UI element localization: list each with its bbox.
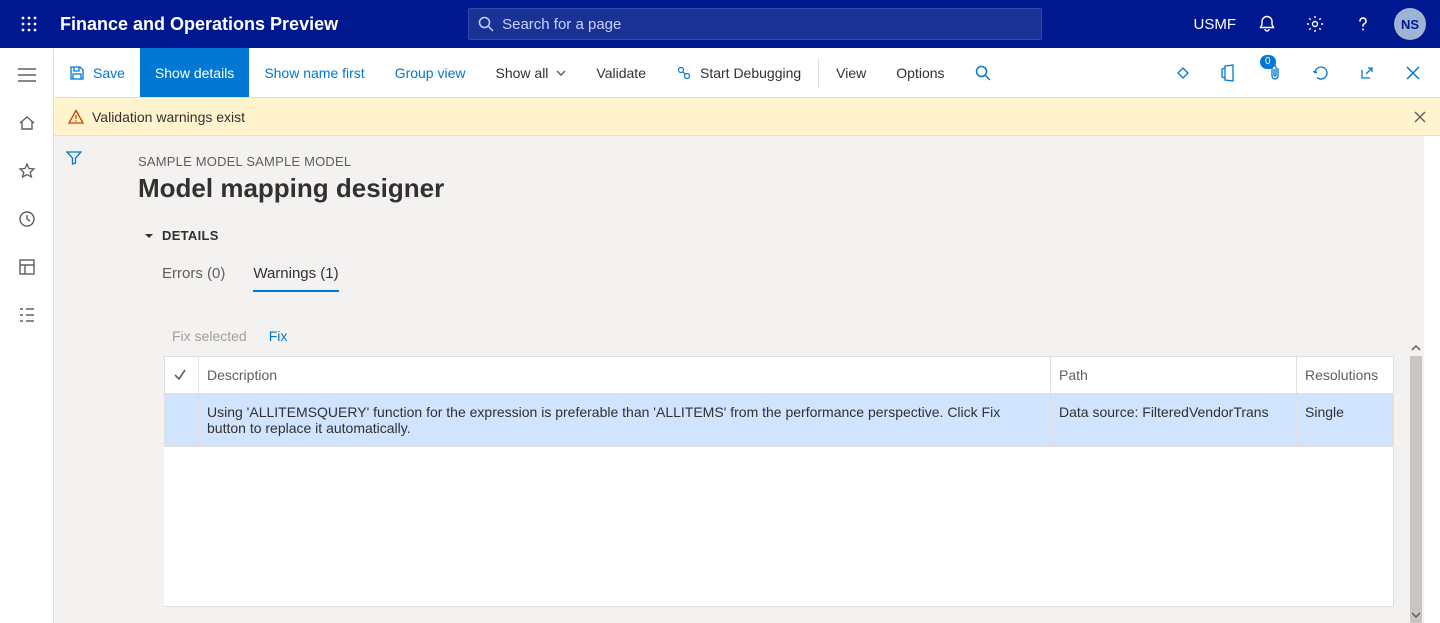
section-details-label: DETAILS [162,228,219,243]
validate-label: Validate [596,65,646,81]
start-debugging-button[interactable]: Start Debugging [661,48,816,97]
scroll-up-icon[interactable] [1408,340,1424,356]
validate-button[interactable]: Validate [581,48,661,97]
cell-resolutions: Single [1297,394,1393,447]
settings-icon[interactable] [1298,7,1332,41]
filter-icon[interactable] [66,150,82,166]
nav-favorites-icon[interactable] [4,152,50,190]
banner-close-icon[interactable] [1414,111,1426,123]
tabs: Errors (0) Warnings (1) [162,265,1394,292]
group-view-button[interactable]: Group view [380,48,481,97]
action-bar: Save Show details Show name first Group … [54,48,1440,98]
save-icon [69,65,85,81]
options-button[interactable]: Options [881,48,959,97]
fix-row: Fix selected Fix [172,328,1394,344]
group-view-label: Group view [395,65,466,81]
search-input[interactable] [502,16,1032,33]
search-icon [975,65,991,81]
page-title: Model mapping designer [138,173,1394,204]
show-all-label: Show all [496,65,549,81]
show-details-button[interactable]: Show details [140,48,249,97]
refresh-icon[interactable] [1300,49,1342,97]
show-details-label: Show details [155,65,234,81]
top-nav-bar: Finance and Operations Preview USMF NS [0,0,1440,48]
fix-selected-button: Fix selected [172,328,247,344]
nav-rail [0,48,54,623]
scroll-down-icon[interactable] [1408,607,1424,623]
content-area: SAMPLE MODEL SAMPLE MODEL Model mapping … [54,136,1424,623]
scroll-thumb[interactable] [1410,356,1422,623]
user-avatar[interactable]: NS [1394,8,1426,40]
tab-warnings[interactable]: Warnings (1) [253,265,338,292]
office-addin-icon[interactable] [1208,49,1250,97]
show-name-first-label: Show name first [264,65,364,81]
chevron-down-icon [556,70,566,76]
separator [818,58,819,87]
banner-message: Validation warnings exist [92,109,245,125]
save-label: Save [93,65,125,81]
tab-errors[interactable]: Errors (0) [162,265,225,292]
search-icon [478,16,494,32]
row-selector[interactable] [165,394,199,447]
warning-banner: Validation warnings exist [54,98,1440,136]
select-all-checkbox[interactable] [165,357,199,394]
nav-workspaces-icon[interactable] [4,248,50,286]
nav-modules-icon[interactable] [4,296,50,334]
nav-recent-icon[interactable] [4,200,50,238]
show-all-button[interactable]: Show all [481,48,582,97]
vertical-scrollbar[interactable] [1408,340,1424,623]
popout-icon[interactable] [1346,49,1388,97]
view-button[interactable]: View [821,48,881,97]
app-launcher-icon[interactable] [10,16,48,32]
debug-icon [676,65,692,81]
attach-count-badge: 0 [1260,55,1276,69]
company-label[interactable]: USMF [1194,16,1237,33]
app-title: Finance and Operations Preview [60,14,338,35]
start-debugging-label: Start Debugging [700,65,801,81]
collapse-icon [144,231,154,241]
col-description[interactable]: Description [199,357,1051,394]
close-button[interactable] [1392,49,1434,97]
help-icon[interactable] [1346,7,1380,41]
grid-row[interactable]: Using 'ALLITEMSQUERY' function for the e… [165,394,1393,447]
cell-path: Data source: FilteredVendorTrans [1051,394,1297,447]
fix-button[interactable]: Fix [269,328,288,344]
save-button[interactable]: Save [54,48,140,97]
topbar-right: USMF NS [1194,7,1440,41]
breadcrumb: SAMPLE MODEL SAMPLE MODEL [138,154,1394,169]
nav-home-icon[interactable] [4,104,50,142]
find-button[interactable] [960,48,1006,97]
page: SAMPLE MODEL SAMPLE MODEL Model mapping … [138,154,1394,344]
actionbar-right: 0 [1162,48,1440,97]
cell-description: Using 'ALLITEMSQUERY' function for the e… [199,394,1051,447]
nav-hamburger-icon[interactable] [4,56,50,94]
view-label: View [836,65,866,81]
col-path[interactable]: Path [1051,357,1297,394]
search-container[interactable] [468,8,1042,40]
section-details-header[interactable]: DETAILS [144,228,1394,243]
options-label: Options [896,65,944,81]
notifications-icon[interactable] [1250,7,1284,41]
grid-header-row: Description Path Resolutions [165,357,1393,394]
filter-strip [54,136,94,184]
col-resolutions[interactable]: Resolutions [1297,357,1393,394]
warnings-grid: Description Path Resolutions Using 'ALLI… [164,356,1394,607]
show-name-first-button[interactable]: Show name first [249,48,379,97]
warning-icon [68,109,84,125]
personalize-icon[interactable] [1162,49,1204,97]
attachments-icon[interactable]: 0 [1254,49,1296,97]
